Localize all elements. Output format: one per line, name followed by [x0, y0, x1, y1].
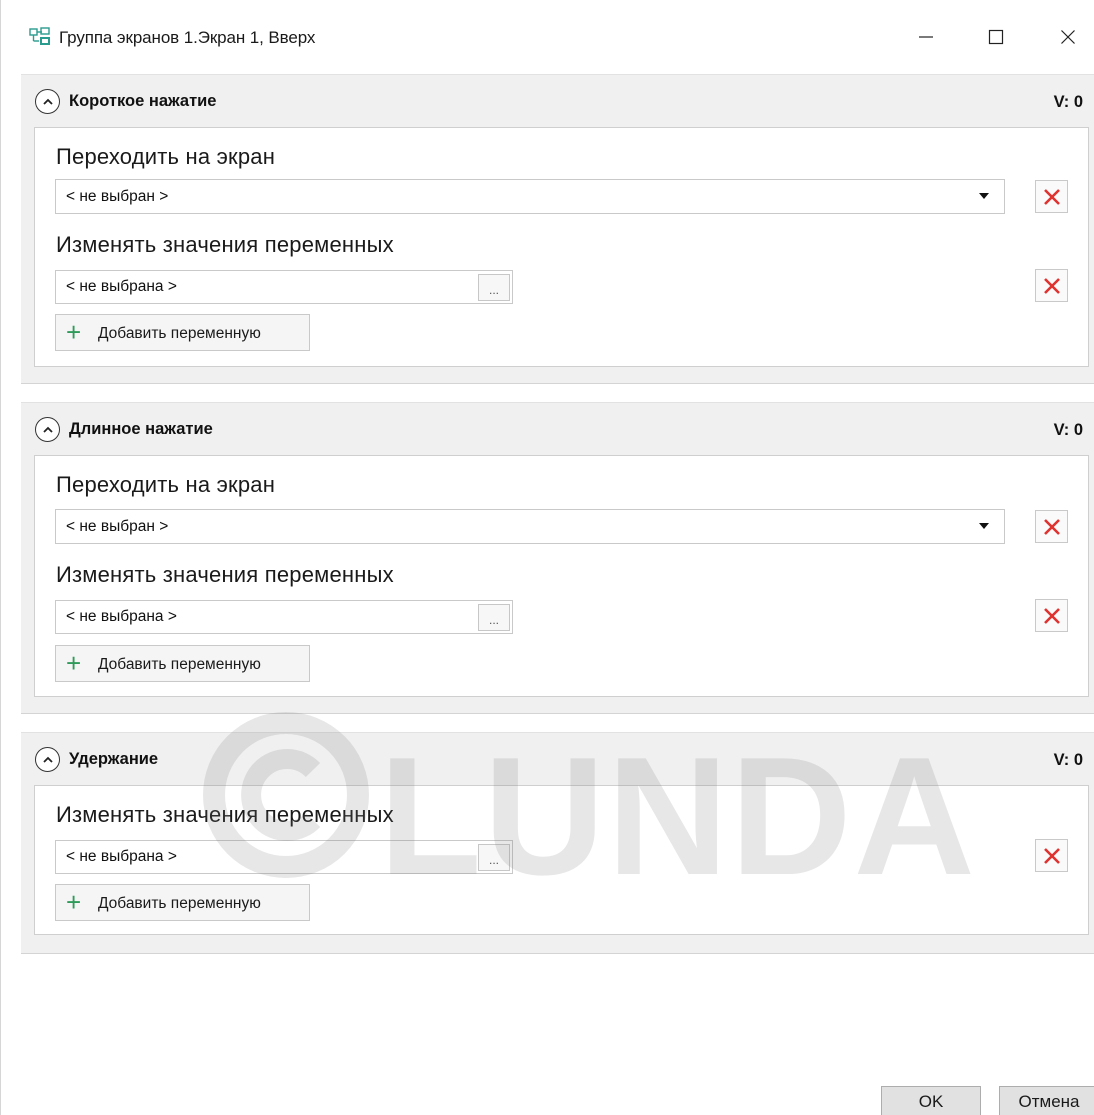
collapse-button[interactable] [35, 89, 60, 114]
ok-button[interactable]: OK [881, 1086, 981, 1115]
delete-x-icon [1043, 607, 1060, 624]
collapse-button[interactable] [35, 747, 60, 772]
minimize-button[interactable] [899, 16, 953, 58]
plus-icon: + [66, 887, 82, 917]
group-title: Длинное нажатие [69, 420, 213, 438]
add-variable-label: Добавить переменную [98, 325, 261, 342]
screen-dropdown[interactable]: < не выбран > [55, 179, 1005, 214]
add-variable-button[interactable]: + Добавить переменную [55, 314, 310, 351]
delete-screen-button[interactable] [1035, 180, 1068, 213]
delete-variable-button[interactable] [1035, 269, 1068, 302]
group-body: Переходить на экран < не выбран > Изменя… [34, 127, 1089, 367]
variables-section-label: Изменять значения переменных [56, 232, 394, 257]
variables-section-label: Изменять значения переменных [56, 562, 394, 587]
window-title: Группа экранов 1.Экран 1, Вверх [59, 28, 316, 47]
chevron-up-icon [42, 756, 53, 763]
browse-button[interactable]: ... [478, 604, 510, 631]
delete-x-icon [1043, 518, 1060, 535]
group-body: Переходить на экран < не выбран > Изменя… [34, 455, 1089, 697]
group-header: Длинное нажатие V: 0 [21, 403, 1094, 457]
delete-variable-button[interactable] [1035, 839, 1068, 872]
variable-select-value: < не выбрана > [66, 848, 177, 865]
variables-section-label: Изменять значения переменных [56, 802, 394, 827]
group-value-badge: V: 0 [1053, 93, 1083, 111]
delete-x-icon [1043, 188, 1060, 205]
group-value-badge: V: 0 [1053, 421, 1083, 439]
chevron-up-icon [42, 426, 53, 433]
screen-section-label: Переходить на экран [56, 144, 276, 169]
close-icon [1061, 30, 1075, 44]
minimize-icon [919, 36, 933, 38]
add-variable-label: Добавить переменную [98, 895, 261, 912]
delete-x-icon [1043, 847, 1060, 864]
screen-dropdown-value: < не выбран > [66, 518, 169, 535]
group-short-press: Короткое нажатие V: 0 Переходить на экра… [21, 74, 1094, 384]
delete-x-icon [1043, 277, 1060, 294]
group-value-badge: V: 0 [1053, 751, 1083, 769]
group-long-press: Длинное нажатие V: 0 Переходить на экран… [21, 402, 1094, 714]
delete-variable-button[interactable] [1035, 599, 1068, 632]
group-title: Удержание [69, 750, 159, 768]
variable-select-value: < не выбрана > [66, 608, 177, 625]
dialog-window: Группа экранов 1.Экран 1, Вверх Короткое… [0, 0, 1094, 1115]
dropdown-arrow-icon [979, 193, 989, 199]
variable-select[interactable]: < не выбрана > ... [55, 600, 513, 634]
screen-group-icon [29, 27, 51, 47]
collapse-button[interactable] [35, 417, 60, 442]
group-body: Изменять значения переменных < не выбран… [34, 785, 1089, 935]
title-bar: Группа экранов 1.Экран 1, Вверх [1, 0, 1094, 74]
maximize-icon [988, 29, 1004, 45]
delete-screen-button[interactable] [1035, 510, 1068, 543]
plus-icon: + [66, 648, 82, 678]
add-variable-button[interactable]: + Добавить переменную [55, 645, 310, 682]
variable-select[interactable]: < не выбрана > ... [55, 270, 513, 304]
add-variable-label: Добавить переменную [98, 656, 261, 673]
group-title: Короткое нажатие [69, 92, 217, 110]
variable-select[interactable]: < не выбрана > ... [55, 840, 513, 874]
dropdown-arrow-icon [979, 523, 989, 529]
screen-section-label: Переходить на экран [56, 472, 276, 497]
browse-button[interactable]: ... [478, 844, 510, 871]
screen-dropdown-value: < не выбран > [66, 188, 169, 205]
maximize-button[interactable] [969, 16, 1023, 58]
group-header: Короткое нажатие V: 0 [21, 75, 1094, 129]
variable-select-value: < не выбрана > [66, 278, 177, 295]
group-hold: Удержание V: 0 Изменять значения перемен… [21, 732, 1094, 954]
add-variable-button[interactable]: + Добавить переменную [55, 884, 310, 921]
close-button[interactable] [1041, 16, 1094, 58]
screen-dropdown[interactable]: < не выбран > [55, 509, 1005, 544]
browse-button[interactable]: ... [478, 274, 510, 301]
chevron-up-icon [42, 98, 53, 105]
group-header: Удержание V: 0 [21, 733, 1094, 787]
cancel-button[interactable]: Отмена [999, 1086, 1094, 1115]
plus-icon: + [66, 317, 82, 347]
